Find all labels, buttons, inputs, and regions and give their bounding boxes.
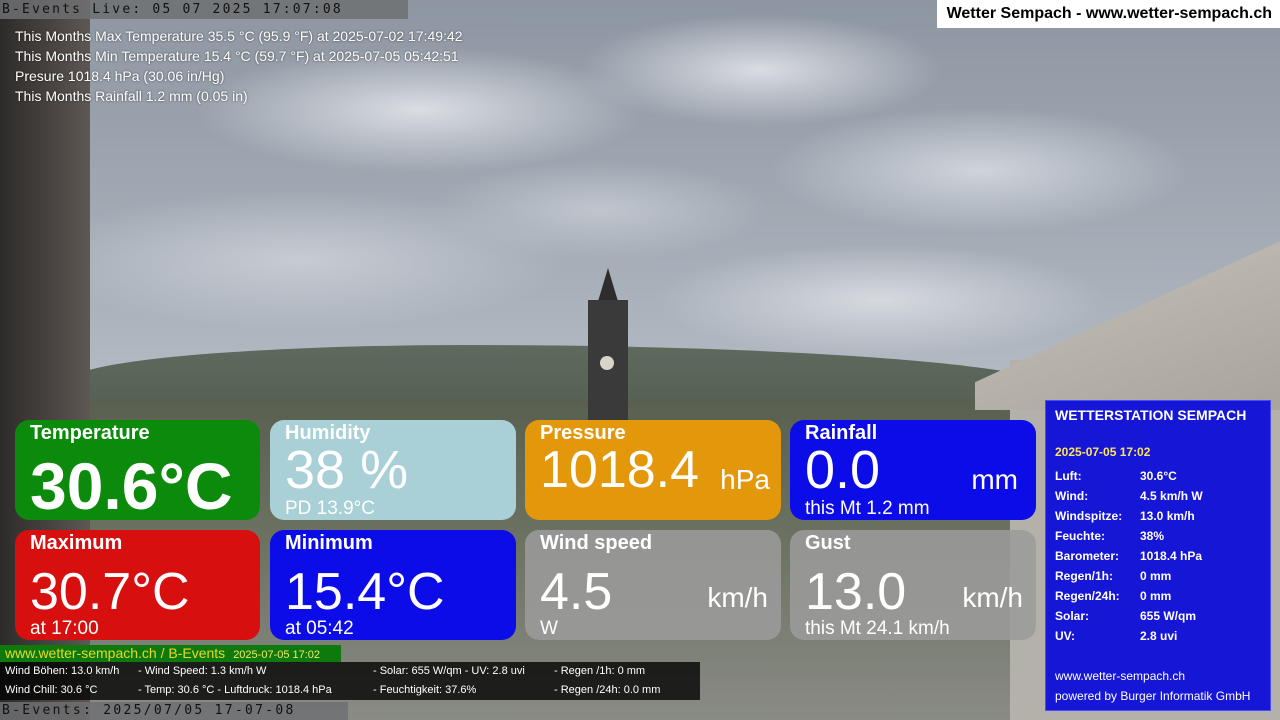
tile-value: 38 % — [285, 440, 409, 500]
site-title: Wetter Sempach - www.wetter-sempach.ch — [936, 0, 1280, 28]
ticker-wind-speed: - Wind Speed: 1.3 km/h W — [138, 665, 267, 677]
tile-value: 13.0 — [805, 563, 907, 621]
station-value: 1018.4 hPa — [1140, 549, 1203, 563]
tile-unit: km/h — [962, 582, 1023, 613]
station-row: Luft: 30.6°C — [1055, 469, 1177, 483]
ticker-solar-uv: - Solar: 655 W/qm - UV: 2.8 uvi — [373, 665, 525, 677]
station-footer-credit: powered by Burger Informatik GmbH — [1055, 689, 1251, 703]
tile-unit: km/h — [707, 582, 768, 613]
tile-unit: mm — [971, 464, 1018, 495]
station-key: Luft: — [1055, 469, 1082, 483]
credit-timestamp: 2025-07-05 17:02 — [233, 649, 321, 661]
credit-text: www.wetter-sempach.ch / B-Events — [5, 645, 226, 661]
tile-sub: this Mt 1.2 mm — [805, 498, 930, 519]
monthly-stats: This Months Max Temperature 35.5 °C (95.… — [15, 26, 463, 106]
station-title: WETTERSTATION SEMPACH — [1055, 407, 1247, 423]
tile-label: Wind speed — [540, 532, 653, 554]
tile-value: 15.4°C — [285, 563, 445, 621]
station-footer-url[interactable]: www.wetter-sempach.ch — [1055, 669, 1185, 683]
tile-sub: at 17:00 — [30, 618, 99, 639]
station-value: 0 mm — [1140, 589, 1172, 603]
station-row: Regen/1h: 0 mm — [1055, 569, 1171, 583]
weather-ticker: Wind Böhen: 13.0 km/h - Wind Speed: 1.3 … — [0, 662, 700, 700]
station-key: Feuchte: — [1055, 529, 1106, 543]
station-value: 655 W/qm — [1140, 609, 1197, 623]
station-row: UV: 2.8 uvi — [1055, 629, 1177, 643]
stat-pressure: Presure 1018.4 hPa (30.06 in/Hg) — [15, 68, 225, 84]
tile-sub: W — [540, 618, 558, 639]
station-row: Windspitze: 13.0 km/h — [1055, 509, 1195, 523]
station-row: Solar: 655 W/qm — [1055, 609, 1196, 623]
tile-value: 1018.4 — [540, 441, 700, 499]
station-value: 13.0 km/h — [1140, 509, 1195, 523]
station-row: Barometer: 1018.4 hPa — [1055, 549, 1202, 563]
tile-sub: PD 13.9°C — [285, 498, 375, 519]
tile-label: Minimum — [285, 532, 373, 554]
tile-unit: hPa — [720, 464, 770, 495]
tile-label: Temperature — [30, 422, 150, 444]
station-key: Regen/1h: — [1055, 569, 1114, 583]
station-key: Regen/24h: — [1055, 589, 1120, 603]
tile-gust: Gust 13.0 km/h this Mt 24.1 km/h — [790, 530, 1036, 640]
station-panel: WETTERSTATION SEMPACH 2025-07-05 17:02 L… — [1045, 400, 1271, 711]
church-clock — [600, 356, 614, 370]
station-value: 2.8 uvi — [1140, 629, 1178, 643]
station-row: Regen/24h: 0 mm — [1055, 589, 1171, 603]
live-timestamp-bar: B-Events Live: 05 07 2025 17:07:08 — [0, 0, 408, 19]
station-row: Feuchte: 38% — [1055, 529, 1164, 543]
tile-value: 30.7°C — [30, 563, 190, 621]
tile-rainfall: Rainfall 0.0 mm this Mt 1.2 mm — [790, 420, 1036, 520]
ticker-regen-1h: - Regen /1h: 0 mm — [554, 665, 646, 677]
tile-sub: this Mt 24.1 km/h — [805, 618, 950, 639]
tile-maximum: Maximum 30.7°C at 17:00 — [15, 530, 260, 640]
station-row: Wind: 4.5 km/h W — [1055, 489, 1203, 503]
tile-label: Maximum — [30, 532, 123, 554]
station-value: 0 mm — [1140, 569, 1172, 583]
station-value: 4.5 km/h W — [1140, 489, 1203, 503]
tile-value: 4.5 — [540, 563, 613, 621]
tile-sub: at 05:42 — [285, 618, 354, 639]
tile-humidity: Humidity 38 % PD 13.9°C — [270, 420, 516, 520]
ticker-feuchtigkeit: - Feuchtigkeit: 37.6% — [373, 684, 477, 696]
station-date: 2025-07-05 17:02 — [1055, 445, 1151, 459]
station-key: Barometer: — [1055, 549, 1120, 563]
station-value: 30.6°C — [1140, 469, 1177, 483]
station-key: UV: — [1055, 629, 1076, 643]
tile-minimum: Minimum 15.4°C at 05:42 — [270, 530, 516, 640]
ticker-wind-boeen: Wind Böhen: 13.0 km/h — [5, 665, 120, 677]
tile-value: 0.0 — [805, 440, 881, 500]
tile-wind-speed: Wind speed 4.5 km/h W — [525, 530, 781, 640]
credit-bar: www.wetter-sempach.ch / B-Events 2025-07-… — [0, 645, 341, 662]
station-key: Windspitze: — [1055, 509, 1123, 523]
ticker-temp-druck: - Temp: 30.6 °C - Luftdruck: 1018.4 hPa — [138, 684, 332, 696]
stat-min-temp: This Months Min Temperature 15.4 °C (59.… — [15, 48, 459, 64]
ticker-regen-24h: - Regen /24h: 0.0 mm — [554, 684, 661, 696]
tile-pressure: Pressure 1018.4 hPa — [525, 420, 781, 520]
station-value: 38% — [1140, 529, 1165, 543]
tile-label: Gust — [805, 532, 851, 554]
stat-max-temp: This Months Max Temperature 35.5 °C (95.… — [15, 28, 463, 44]
station-key: Solar: — [1055, 609, 1090, 623]
stat-rainfall: This Months Rainfall 1.2 mm (0.05 in) — [15, 88, 248, 104]
bottom-timestamp-bar: B-Events: 2025/07/05 17-07-08 — [0, 702, 348, 720]
tile-temperature: Temperature 30.6°C — [15, 420, 260, 520]
station-key: Wind: — [1055, 489, 1089, 503]
tile-value: 30.6°C — [30, 449, 233, 520]
ticker-wind-chill: Wind Chill: 30.6 °C — [5, 684, 98, 696]
